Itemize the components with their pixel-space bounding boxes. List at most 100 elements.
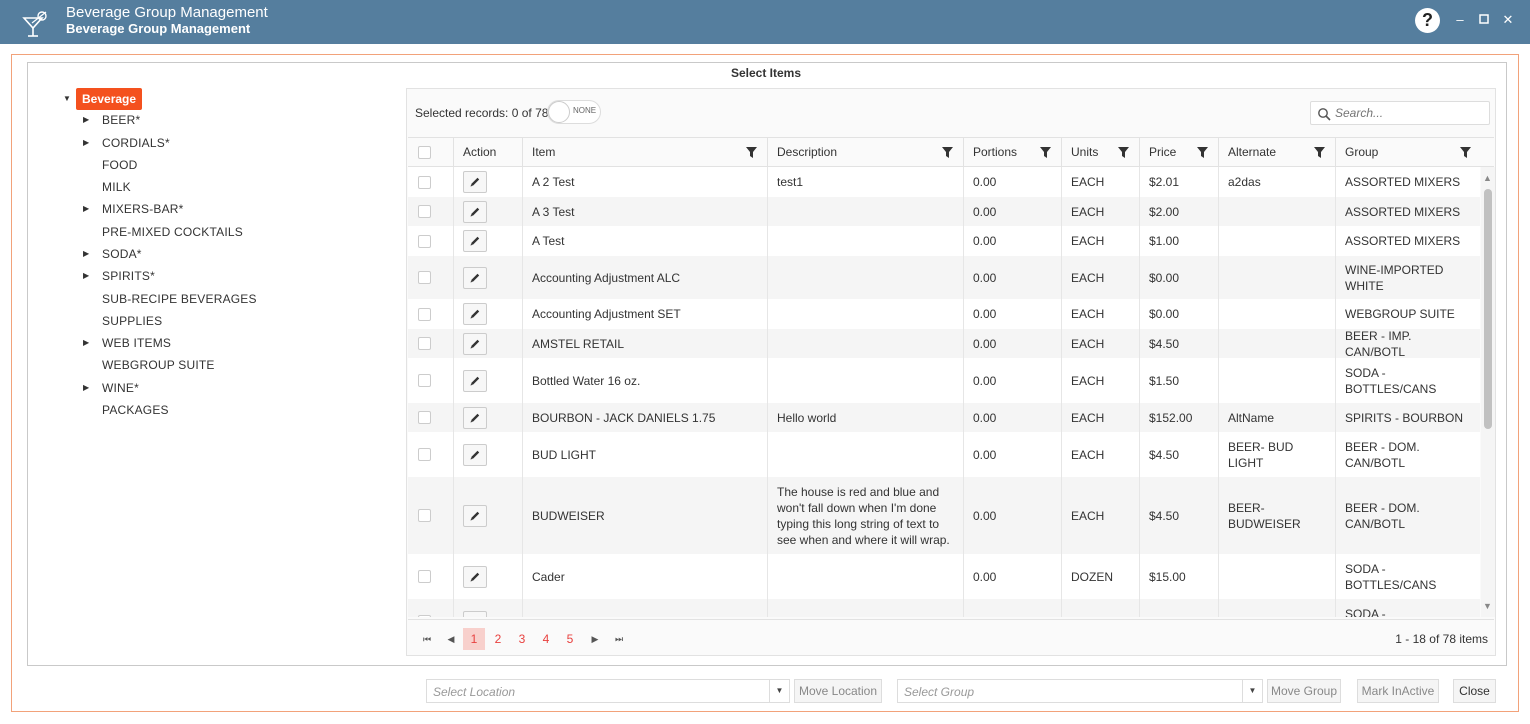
row-checkbox[interactable] <box>418 448 431 461</box>
row-checkbox[interactable] <box>418 307 431 321</box>
edit-button[interactable] <box>463 504 487 527</box>
table-row[interactable]: Cader 0.00 DOZEN $15.00 SODA - BOTTLES/CANS <box>408 554 1480 599</box>
tree-item[interactable]: WINE* <box>102 379 139 397</box>
table-row[interactable]: BUDWEISER The house is red and blue and w… <box>408 477 1480 554</box>
edit-button[interactable] <box>463 610 487 617</box>
tree-item[interactable]: MILK <box>102 178 131 196</box>
row-checkbox[interactable] <box>418 205 431 218</box>
column-header[interactable]: Group <box>1335 138 1481 166</box>
page-button[interactable]: 5 <box>559 628 581 650</box>
tree-item[interactable]: PACKAGES <box>102 401 169 419</box>
tree-item[interactable]: SUB-RECIPE BEVERAGES <box>102 290 257 308</box>
row-checkbox[interactable] <box>418 615 431 617</box>
scroll-thumb[interactable] <box>1484 189 1492 429</box>
row-checkbox[interactable] <box>418 411 431 424</box>
toggle-knob[interactable] <box>548 101 570 123</box>
search-input[interactable] <box>1335 105 1485 121</box>
column-header[interactable]: Price <box>1139 138 1218 166</box>
edit-button[interactable] <box>463 266 487 289</box>
select-none-toggle[interactable]: NONE <box>547 100 601 124</box>
tree-item[interactable]: MIXERS-BAR* <box>102 200 184 218</box>
column-header[interactable]: Portions <box>963 138 1061 166</box>
filter-icon[interactable] <box>746 147 757 158</box>
row-checkbox[interactable] <box>418 234 431 248</box>
move-location-button[interactable]: Move Location <box>794 679 882 703</box>
close-button[interactable]: Close <box>1453 679 1496 703</box>
edit-button[interactable] <box>463 406 487 429</box>
edit-button[interactable] <box>463 200 487 223</box>
row-checkbox[interactable] <box>418 175 431 189</box>
page-button[interactable]: 4 <box>535 628 557 650</box>
column-header[interactable]: Item <box>522 138 767 166</box>
table-row[interactable]: A 3 Test 0.00 EACH $2.00 ASSORTED MIXERS <box>408 197 1480 226</box>
edit-button[interactable] <box>463 369 487 392</box>
chevron-down-icon[interactable]: ▼ <box>769 680 789 702</box>
tree-item[interactable]: SPIRITS* <box>102 267 155 285</box>
mark-inactive-button[interactable]: Mark InActive <box>1357 679 1439 703</box>
edit-button[interactable] <box>463 303 487 325</box>
tree-root-beverage[interactable]: Beverage <box>76 88 143 110</box>
select-all-checkbox[interactable] <box>418 146 431 159</box>
tree-item[interactable]: CORDIALS* <box>102 134 170 152</box>
table-row[interactable]: A 2 Test test1 0.00 EACH $2.01 a2das ASSORTED … <box>408 167 1480 197</box>
tree-item[interactable]: SODA* <box>102 245 142 263</box>
column-header[interactable]: Action <box>453 138 522 166</box>
edit-button[interactable] <box>463 332 487 355</box>
table-row[interactable]: A Test 0.00 EACH $1.00 ASSORTED MIXERS <box>408 226 1480 256</box>
next-page-icon[interactable]: ▶ <box>584 628 606 650</box>
row-checkbox[interactable] <box>418 570 431 583</box>
table-row[interactable]: BUD LIGHT 0.00 EACH $4.50 BEER- BUD LIGHT BEE… <box>408 432 1480 477</box>
minimize-button[interactable]: – <box>1452 12 1468 28</box>
table-row[interactable]: BOURBON - JACK DANIELS 1.75 Hello world 0.… <box>408 403 1480 432</box>
row-checkbox[interactable] <box>418 271 431 284</box>
expand-right-icon[interactable]: ▶ <box>83 111 89 129</box>
row-checkbox[interactable] <box>418 374 431 387</box>
column-header[interactable]: Units <box>1061 138 1139 166</box>
page-button[interactable]: 2 <box>487 628 509 650</box>
table-row[interactable]: Accounting Adjustment SET 0.00 EACH $0.00 WE… <box>408 299 1480 329</box>
table-row[interactable]: Bottled Water 16 oz. 0.00 EACH $1.50 SODA - … <box>408 358 1480 403</box>
filter-icon[interactable] <box>1314 147 1325 158</box>
expand-right-icon[interactable]: ▶ <box>83 267 89 285</box>
filter-icon[interactable] <box>1197 147 1208 158</box>
scroll-up-icon[interactable]: ▲ <box>1483 173 1492 183</box>
expand-right-icon[interactable]: ▶ <box>83 245 89 263</box>
vertical-scrollbar[interactable]: ▲ ▼ <box>1481 167 1495 617</box>
page-button[interactable]: 1 <box>463 628 485 650</box>
group-select[interactable]: Select Group ▼ <box>897 679 1263 703</box>
help-icon[interactable]: ? <box>1415 8 1440 33</box>
edit-button[interactable] <box>463 230 487 252</box>
filter-icon[interactable] <box>1040 147 1051 158</box>
location-select[interactable]: Select Location ▼ <box>426 679 790 703</box>
tree-item[interactable]: WEB ITEMS <box>102 334 171 352</box>
move-group-button[interactable]: Move Group <box>1267 679 1341 703</box>
tree-item[interactable]: SUPPLIES <box>102 312 162 330</box>
filter-icon[interactable] <box>942 147 953 158</box>
row-checkbox[interactable] <box>418 337 431 350</box>
page-button[interactable]: 3 <box>511 628 533 650</box>
filter-icon[interactable] <box>1118 147 1129 158</box>
expand-right-icon[interactable]: ▶ <box>83 200 89 218</box>
maximize-button[interactable] <box>1476 12 1492 28</box>
column-header[interactable]: Alternate <box>1218 138 1335 166</box>
table-row[interactable]: Cader - Copy 0.00DOZEN$15.00 SODA - BOTTLE… <box>408 599 1480 617</box>
tree-item[interactable]: PRE-MIXED COCKTAILS <box>102 223 243 241</box>
tree-item[interactable]: FOOD <box>102 156 137 174</box>
edit-button[interactable] <box>463 443 487 466</box>
chevron-down-icon[interactable]: ▼ <box>1242 680 1262 702</box>
first-page-icon[interactable]: ⏮ <box>416 628 438 650</box>
tree-item[interactable]: BEER* <box>102 111 140 129</box>
expand-right-icon[interactable]: ▶ <box>83 379 89 397</box>
last-page-icon[interactable]: ⏭ <box>608 628 630 650</box>
scroll-down-icon[interactable]: ▼ <box>1483 601 1492 611</box>
row-checkbox[interactable] <box>418 509 431 522</box>
expand-right-icon[interactable]: ▶ <box>83 134 89 152</box>
expand-down-icon[interactable]: ▼ <box>63 94 71 103</box>
edit-button[interactable] <box>463 565 487 588</box>
prev-page-icon[interactable]: ◀ <box>440 628 462 650</box>
expand-right-icon[interactable]: ▶ <box>83 334 89 352</box>
column-header[interactable]: Description <box>767 138 963 166</box>
edit-button[interactable] <box>463 171 487 193</box>
filter-icon[interactable] <box>1460 147 1471 158</box>
tree-item[interactable]: WEBGROUP SUITE <box>102 356 215 374</box>
